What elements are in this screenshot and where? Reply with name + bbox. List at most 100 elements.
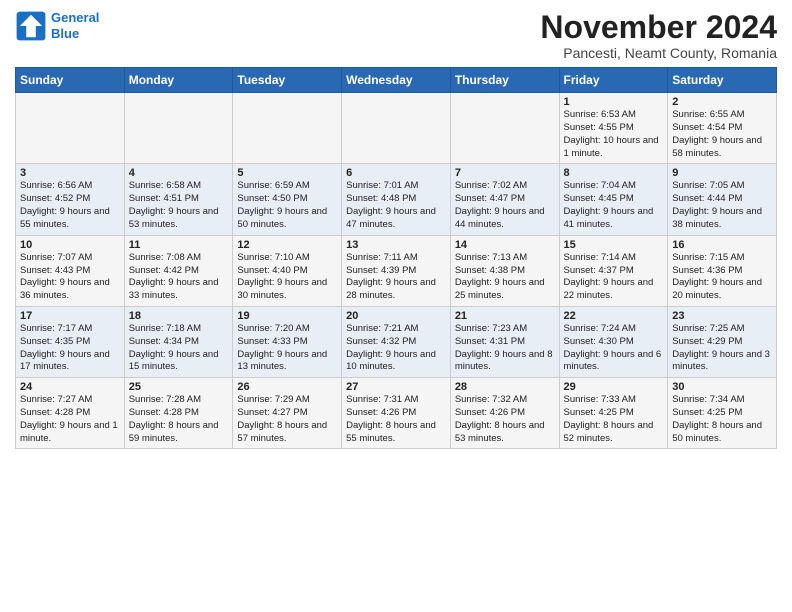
day-number: 7 [455, 167, 555, 179]
day-number: 12 [237, 239, 337, 251]
calendar-cell: 10Sunrise: 7:07 AM Sunset: 4:43 PM Dayli… [16, 235, 125, 306]
day-info: Sunrise: 7:24 AM Sunset: 4:30 PM Dayligh… [564, 323, 664, 374]
logo-line1: General [51, 10, 99, 25]
calendar-cell: 22Sunrise: 7:24 AM Sunset: 4:30 PM Dayli… [559, 306, 668, 377]
day-number: 24 [20, 381, 120, 393]
day-header-monday: Monday [124, 68, 233, 93]
day-info: Sunrise: 7:10 AM Sunset: 4:40 PM Dayligh… [237, 252, 337, 303]
day-number: 8 [564, 167, 664, 179]
calendar-cell: 7Sunrise: 7:02 AM Sunset: 4:47 PM Daylig… [450, 164, 559, 235]
day-info: Sunrise: 7:11 AM Sunset: 4:39 PM Dayligh… [346, 252, 446, 303]
day-info: Sunrise: 7:05 AM Sunset: 4:44 PM Dayligh… [672, 180, 772, 231]
day-number: 21 [455, 310, 555, 322]
calendar-cell: 2Sunrise: 6:55 AM Sunset: 4:54 PM Daylig… [668, 93, 777, 164]
day-info: Sunrise: 7:01 AM Sunset: 4:48 PM Dayligh… [346, 180, 446, 231]
day-number: 17 [20, 310, 120, 322]
calendar-cell: 5Sunrise: 6:59 AM Sunset: 4:50 PM Daylig… [233, 164, 342, 235]
day-number: 26 [237, 381, 337, 393]
month-title: November 2024 [540, 10, 777, 45]
day-info: Sunrise: 7:04 AM Sunset: 4:45 PM Dayligh… [564, 180, 664, 231]
day-number: 27 [346, 381, 446, 393]
logo-text: General Blue [51, 10, 99, 41]
day-header-tuesday: Tuesday [233, 68, 342, 93]
day-info: Sunrise: 7:21 AM Sunset: 4:32 PM Dayligh… [346, 323, 446, 374]
week-row-3: 10Sunrise: 7:07 AM Sunset: 4:43 PM Dayli… [16, 235, 777, 306]
day-info: Sunrise: 7:07 AM Sunset: 4:43 PM Dayligh… [20, 252, 120, 303]
day-info: Sunrise: 7:34 AM Sunset: 4:25 PM Dayligh… [672, 394, 772, 445]
calendar-cell: 21Sunrise: 7:23 AM Sunset: 4:31 PM Dayli… [450, 306, 559, 377]
day-info: Sunrise: 7:23 AM Sunset: 4:31 PM Dayligh… [455, 323, 555, 374]
day-info: Sunrise: 6:55 AM Sunset: 4:54 PM Dayligh… [672, 109, 772, 160]
calendar-cell [450, 93, 559, 164]
day-number: 28 [455, 381, 555, 393]
day-number: 1 [564, 96, 664, 108]
calendar-cell: 20Sunrise: 7:21 AM Sunset: 4:32 PM Dayli… [342, 306, 451, 377]
day-info: Sunrise: 7:27 AM Sunset: 4:28 PM Dayligh… [20, 394, 120, 445]
day-info: Sunrise: 7:17 AM Sunset: 4:35 PM Dayligh… [20, 323, 120, 374]
calendar-cell: 6Sunrise: 7:01 AM Sunset: 4:48 PM Daylig… [342, 164, 451, 235]
calendar-cell [342, 93, 451, 164]
calendar-cell: 16Sunrise: 7:15 AM Sunset: 4:36 PM Dayli… [668, 235, 777, 306]
day-info: Sunrise: 7:15 AM Sunset: 4:36 PM Dayligh… [672, 252, 772, 303]
day-number: 10 [20, 239, 120, 251]
day-number: 5 [237, 167, 337, 179]
day-info: Sunrise: 7:32 AM Sunset: 4:26 PM Dayligh… [455, 394, 555, 445]
day-header-sunday: Sunday [16, 68, 125, 93]
day-info: Sunrise: 7:14 AM Sunset: 4:37 PM Dayligh… [564, 252, 664, 303]
day-number: 2 [672, 96, 772, 108]
calendar-cell: 1Sunrise: 6:53 AM Sunset: 4:55 PM Daylig… [559, 93, 668, 164]
calendar-cell: 23Sunrise: 7:25 AM Sunset: 4:29 PM Dayli… [668, 306, 777, 377]
day-number: 29 [564, 381, 664, 393]
day-header-saturday: Saturday [668, 68, 777, 93]
calendar-cell: 13Sunrise: 7:11 AM Sunset: 4:39 PM Dayli… [342, 235, 451, 306]
day-number: 14 [455, 239, 555, 251]
day-number: 3 [20, 167, 120, 179]
calendar-cell: 30Sunrise: 7:34 AM Sunset: 4:25 PM Dayli… [668, 378, 777, 449]
day-number: 11 [129, 239, 229, 251]
calendar-body: 1Sunrise: 6:53 AM Sunset: 4:55 PM Daylig… [16, 93, 777, 449]
day-info: Sunrise: 7:25 AM Sunset: 4:29 PM Dayligh… [672, 323, 772, 374]
week-row-4: 17Sunrise: 7:17 AM Sunset: 4:35 PM Dayli… [16, 306, 777, 377]
calendar-cell: 25Sunrise: 7:28 AM Sunset: 4:28 PM Dayli… [124, 378, 233, 449]
day-info: Sunrise: 6:56 AM Sunset: 4:52 PM Dayligh… [20, 180, 120, 231]
calendar-cell: 9Sunrise: 7:05 AM Sunset: 4:44 PM Daylig… [668, 164, 777, 235]
week-row-2: 3Sunrise: 6:56 AM Sunset: 4:52 PM Daylig… [16, 164, 777, 235]
day-number: 4 [129, 167, 229, 179]
day-info: Sunrise: 6:59 AM Sunset: 4:50 PM Dayligh… [237, 180, 337, 231]
calendar-cell [233, 93, 342, 164]
calendar-cell: 29Sunrise: 7:33 AM Sunset: 4:25 PM Dayli… [559, 378, 668, 449]
calendar-cell: 28Sunrise: 7:32 AM Sunset: 4:26 PM Dayli… [450, 378, 559, 449]
day-header-thursday: Thursday [450, 68, 559, 93]
day-info: Sunrise: 7:02 AM Sunset: 4:47 PM Dayligh… [455, 180, 555, 231]
calendar-cell: 19Sunrise: 7:20 AM Sunset: 4:33 PM Dayli… [233, 306, 342, 377]
day-header-friday: Friday [559, 68, 668, 93]
title-section: November 2024 Pancesti, Neamt County, Ro… [540, 10, 777, 61]
calendar-header-row: SundayMondayTuesdayWednesdayThursdayFrid… [16, 68, 777, 93]
calendar-cell [16, 93, 125, 164]
day-number: 6 [346, 167, 446, 179]
day-info: Sunrise: 7:29 AM Sunset: 4:27 PM Dayligh… [237, 394, 337, 445]
calendar-cell: 27Sunrise: 7:31 AM Sunset: 4:26 PM Dayli… [342, 378, 451, 449]
calendar-cell: 18Sunrise: 7:18 AM Sunset: 4:34 PM Dayli… [124, 306, 233, 377]
calendar-cell: 12Sunrise: 7:10 AM Sunset: 4:40 PM Dayli… [233, 235, 342, 306]
day-number: 30 [672, 381, 772, 393]
day-number: 23 [672, 310, 772, 322]
calendar-cell [124, 93, 233, 164]
page-header: General Blue November 2024 Pancesti, Nea… [15, 10, 777, 61]
logo: General Blue [15, 10, 99, 42]
calendar-cell: 17Sunrise: 7:17 AM Sunset: 4:35 PM Dayli… [16, 306, 125, 377]
calendar-cell: 24Sunrise: 7:27 AM Sunset: 4:28 PM Dayli… [16, 378, 125, 449]
logo-line2: Blue [51, 26, 79, 41]
day-info: Sunrise: 7:20 AM Sunset: 4:33 PM Dayligh… [237, 323, 337, 374]
day-info: Sunrise: 6:58 AM Sunset: 4:51 PM Dayligh… [129, 180, 229, 231]
calendar-cell: 15Sunrise: 7:14 AM Sunset: 4:37 PM Dayli… [559, 235, 668, 306]
day-number: 19 [237, 310, 337, 322]
day-header-wednesday: Wednesday [342, 68, 451, 93]
day-number: 25 [129, 381, 229, 393]
day-number: 9 [672, 167, 772, 179]
day-info: Sunrise: 7:31 AM Sunset: 4:26 PM Dayligh… [346, 394, 446, 445]
day-number: 20 [346, 310, 446, 322]
calendar-cell: 3Sunrise: 6:56 AM Sunset: 4:52 PM Daylig… [16, 164, 125, 235]
day-number: 18 [129, 310, 229, 322]
day-number: 15 [564, 239, 664, 251]
